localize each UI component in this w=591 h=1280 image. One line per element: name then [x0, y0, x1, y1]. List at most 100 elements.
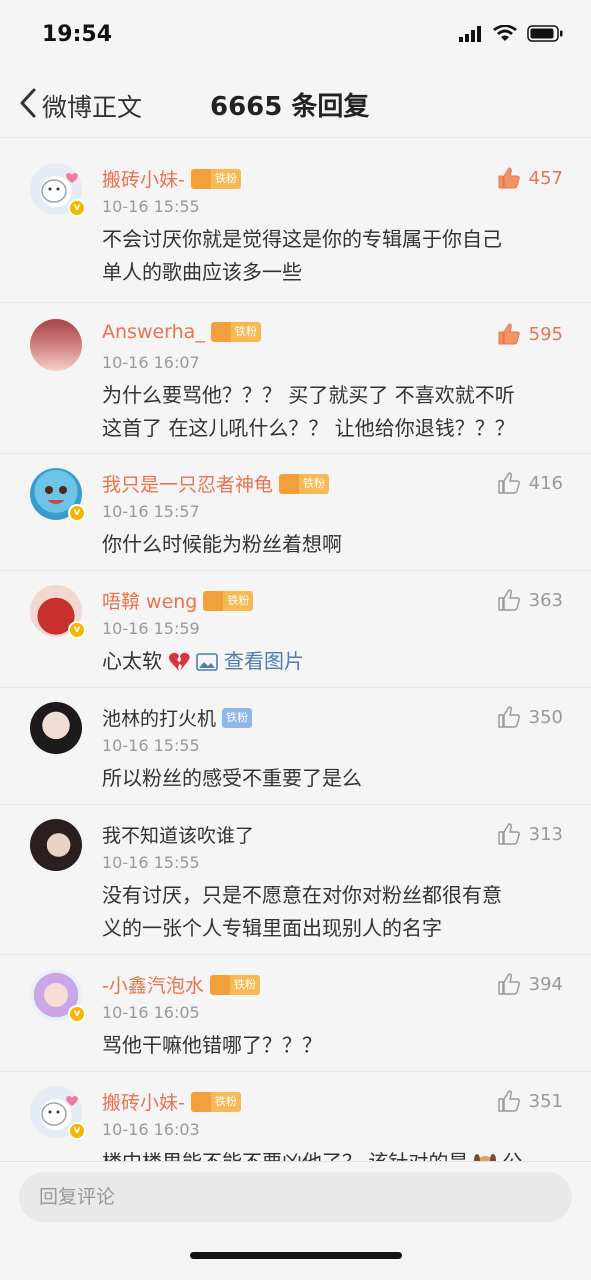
comment-text: 你什么时候能为粉丝着想啊: [102, 532, 342, 556]
comment-time: 10-16 16:03: [102, 1120, 200, 1139]
avatar[interactable]: v: [30, 969, 86, 1023]
comment-text: 不会讨厌你就是觉得这是你的专辑属于你自己 单人的歌曲应该多一些: [102, 227, 502, 284]
status-time: 19:54: [42, 22, 113, 47]
signal-icon: [459, 25, 481, 42]
comment-time: 10-16 15:55: [102, 853, 200, 872]
dog-emoji: [474, 1153, 497, 1161]
thumb-up-icon: [497, 973, 520, 995]
fan-badge: 铁粉: [209, 974, 260, 995]
avatar[interactable]: v: [30, 1086, 86, 1140]
like-button[interactable]: 350: [497, 706, 563, 728]
comment-time: 10-16 15:59: [102, 619, 200, 638]
like-button[interactable]: 457: [497, 167, 563, 189]
status-icons: [459, 25, 563, 42]
comment-text: 骂他干嘛他错哪了？？？: [102, 1033, 322, 1057]
reply-input[interactable]: 回复评论: [19, 1172, 572, 1222]
verified-icon: v: [68, 199, 86, 217]
avatar[interactable]: [30, 702, 82, 754]
comment-text: 为什么要骂他？？？ 买了就买了 不喜欢就不听 这首了 在这儿吼什么？？ 让他给你…: [102, 383, 515, 440]
like-count: 313: [528, 823, 563, 845]
username[interactable]: 搬砖小妹-: [102, 165, 185, 192]
like-count: 363: [528, 589, 563, 611]
avatar[interactable]: v: [30, 468, 86, 522]
like-button[interactable]: 394: [497, 973, 563, 995]
username[interactable]: 我只是一只忍者神龟: [102, 470, 273, 497]
thumb-up-icon: [497, 706, 520, 728]
comment-list[interactable]: v 搬砖小妹- 铁粉 10-16 15:55 不会讨厌你就是觉得这是你的专辑属于…: [0, 139, 591, 1161]
like-count: 457: [528, 167, 563, 189]
like-button[interactable]: 416: [497, 472, 563, 494]
fan-badge: 铁粉: [203, 590, 254, 611]
back-button-label[interactable]: 微博正文: [42, 88, 142, 124]
comment-text: 心太软 查看图片: [102, 645, 562, 678]
username[interactable]: -小鑫汽泡水: [102, 971, 204, 998]
comment-item[interactable]: 池林的打火机 铁粉 10-16 15:55 所以粉丝的感受不重要了是么 350: [0, 688, 591, 805]
like-count: 351: [528, 1090, 563, 1112]
comment-item[interactable]: Answerha_ 铁粉 10-16 16:07 为什么要骂他？？？ 买了就买了…: [0, 303, 591, 454]
thumb-up-icon: [497, 472, 520, 494]
back-chevron-icon[interactable]: [18, 87, 38, 119]
home-indicator[interactable]: [190, 1252, 402, 1259]
comment-item[interactable]: 我不知道该吹谁了 10-16 15:55 没有讨厌，只是不愿意在对你对粉丝都很有…: [0, 805, 591, 955]
thumb-up-icon: [497, 823, 520, 845]
crown-icon: [203, 590, 224, 611]
comment-item[interactable]: v 搬砖小妹- 铁粉 10-16 15:55 不会讨厌你就是觉得这是你的专辑属于…: [0, 139, 591, 303]
comment-item[interactable]: v 唔鞥 weng 铁粉 10-16 15:59 心太软 查看图片 363: [0, 571, 591, 688]
view-image-link[interactable]: 查看图片: [224, 645, 304, 678]
like-count: 394: [528, 973, 563, 995]
page-title: 6665 条回复: [210, 92, 370, 122]
broken-heart-emoji: [169, 652, 190, 671]
verified-icon: v: [68, 1122, 86, 1140]
crown-icon: [190, 168, 211, 189]
comment-text: 楼中楼里能不能不要凶他了？ 该针对的是 公: [102, 1146, 562, 1161]
like-count: 350: [528, 706, 563, 728]
avatar[interactable]: [30, 819, 82, 871]
avatar[interactable]: v: [30, 585, 86, 639]
fan-badge: 铁粉: [279, 473, 330, 494]
status-bar: 19:54: [0, 0, 591, 70]
reply-bar: 回复评论: [0, 1161, 591, 1280]
verified-icon: v: [68, 1005, 86, 1023]
fan-badge: 铁粉: [222, 707, 253, 728]
fan-badge: 铁粉: [190, 168, 241, 189]
like-button[interactable]: 351: [497, 1090, 563, 1112]
fan-badge: 铁粉: [210, 322, 261, 342]
avatar[interactable]: [30, 319, 82, 371]
username[interactable]: 池林的打火机: [102, 704, 216, 731]
like-button[interactable]: 595: [497, 323, 563, 345]
username[interactable]: 我不知道该吹谁了: [102, 821, 254, 848]
username[interactable]: 唔鞥 weng: [102, 587, 197, 614]
fan-badge: 铁粉: [190, 1091, 241, 1112]
thumb-up-icon: [497, 1090, 520, 1112]
avatar[interactable]: v: [30, 163, 86, 217]
crown-icon: [279, 473, 300, 494]
thumb-up-icon: [498, 323, 520, 345]
wifi-icon: [493, 25, 517, 41]
comment-time: 10-16 15:57: [102, 502, 200, 521]
image-icon: [196, 652, 218, 671]
thumb-up-icon: [497, 589, 520, 611]
username[interactable]: 搬砖小妹-: [102, 1088, 185, 1115]
battery-icon: [527, 25, 563, 42]
comment-item[interactable]: v 我只是一只忍者神龟 铁粉 10-16 15:57 你什么时候能为粉丝着想啊 …: [0, 454, 591, 571]
comment-time: 10-16 16:05: [102, 1003, 200, 1022]
verified-icon: v: [68, 621, 86, 639]
nav-bar: 微博正文 6665 条回复: [0, 70, 591, 138]
verified-icon: v: [68, 504, 86, 522]
comment-time: 10-16 16:07: [102, 353, 200, 372]
crown-icon: [209, 974, 230, 995]
comment-item[interactable]: v -小鑫汽泡水 铁粉 10-16 16:05 骂他干嘛他错哪了？？？ 394: [0, 955, 591, 1072]
comment-time: 10-16 15:55: [102, 736, 200, 755]
crown-icon: [210, 322, 231, 342]
comment-text: 没有讨厌，只是不愿意在对你对粉丝都很有意 义的一张个人专辑里面出现别人的名字: [102, 883, 502, 940]
crown-icon: [190, 1091, 211, 1112]
like-count: 595: [528, 323, 563, 345]
username[interactable]: Answerha_: [102, 321, 205, 343]
like-button[interactable]: 313: [497, 823, 563, 845]
comment-item[interactable]: v 搬砖小妹- 铁粉 10-16 16:03 楼中楼里能不能不要凶他了？ 该针对…: [0, 1072, 591, 1161]
like-count: 416: [528, 472, 563, 494]
thumb-up-icon: [498, 167, 520, 189]
comment-text: 所以粉丝的感受不重要了是么: [102, 766, 362, 790]
comment-time: 10-16 15:55: [102, 197, 200, 216]
like-button[interactable]: 363: [497, 589, 563, 611]
